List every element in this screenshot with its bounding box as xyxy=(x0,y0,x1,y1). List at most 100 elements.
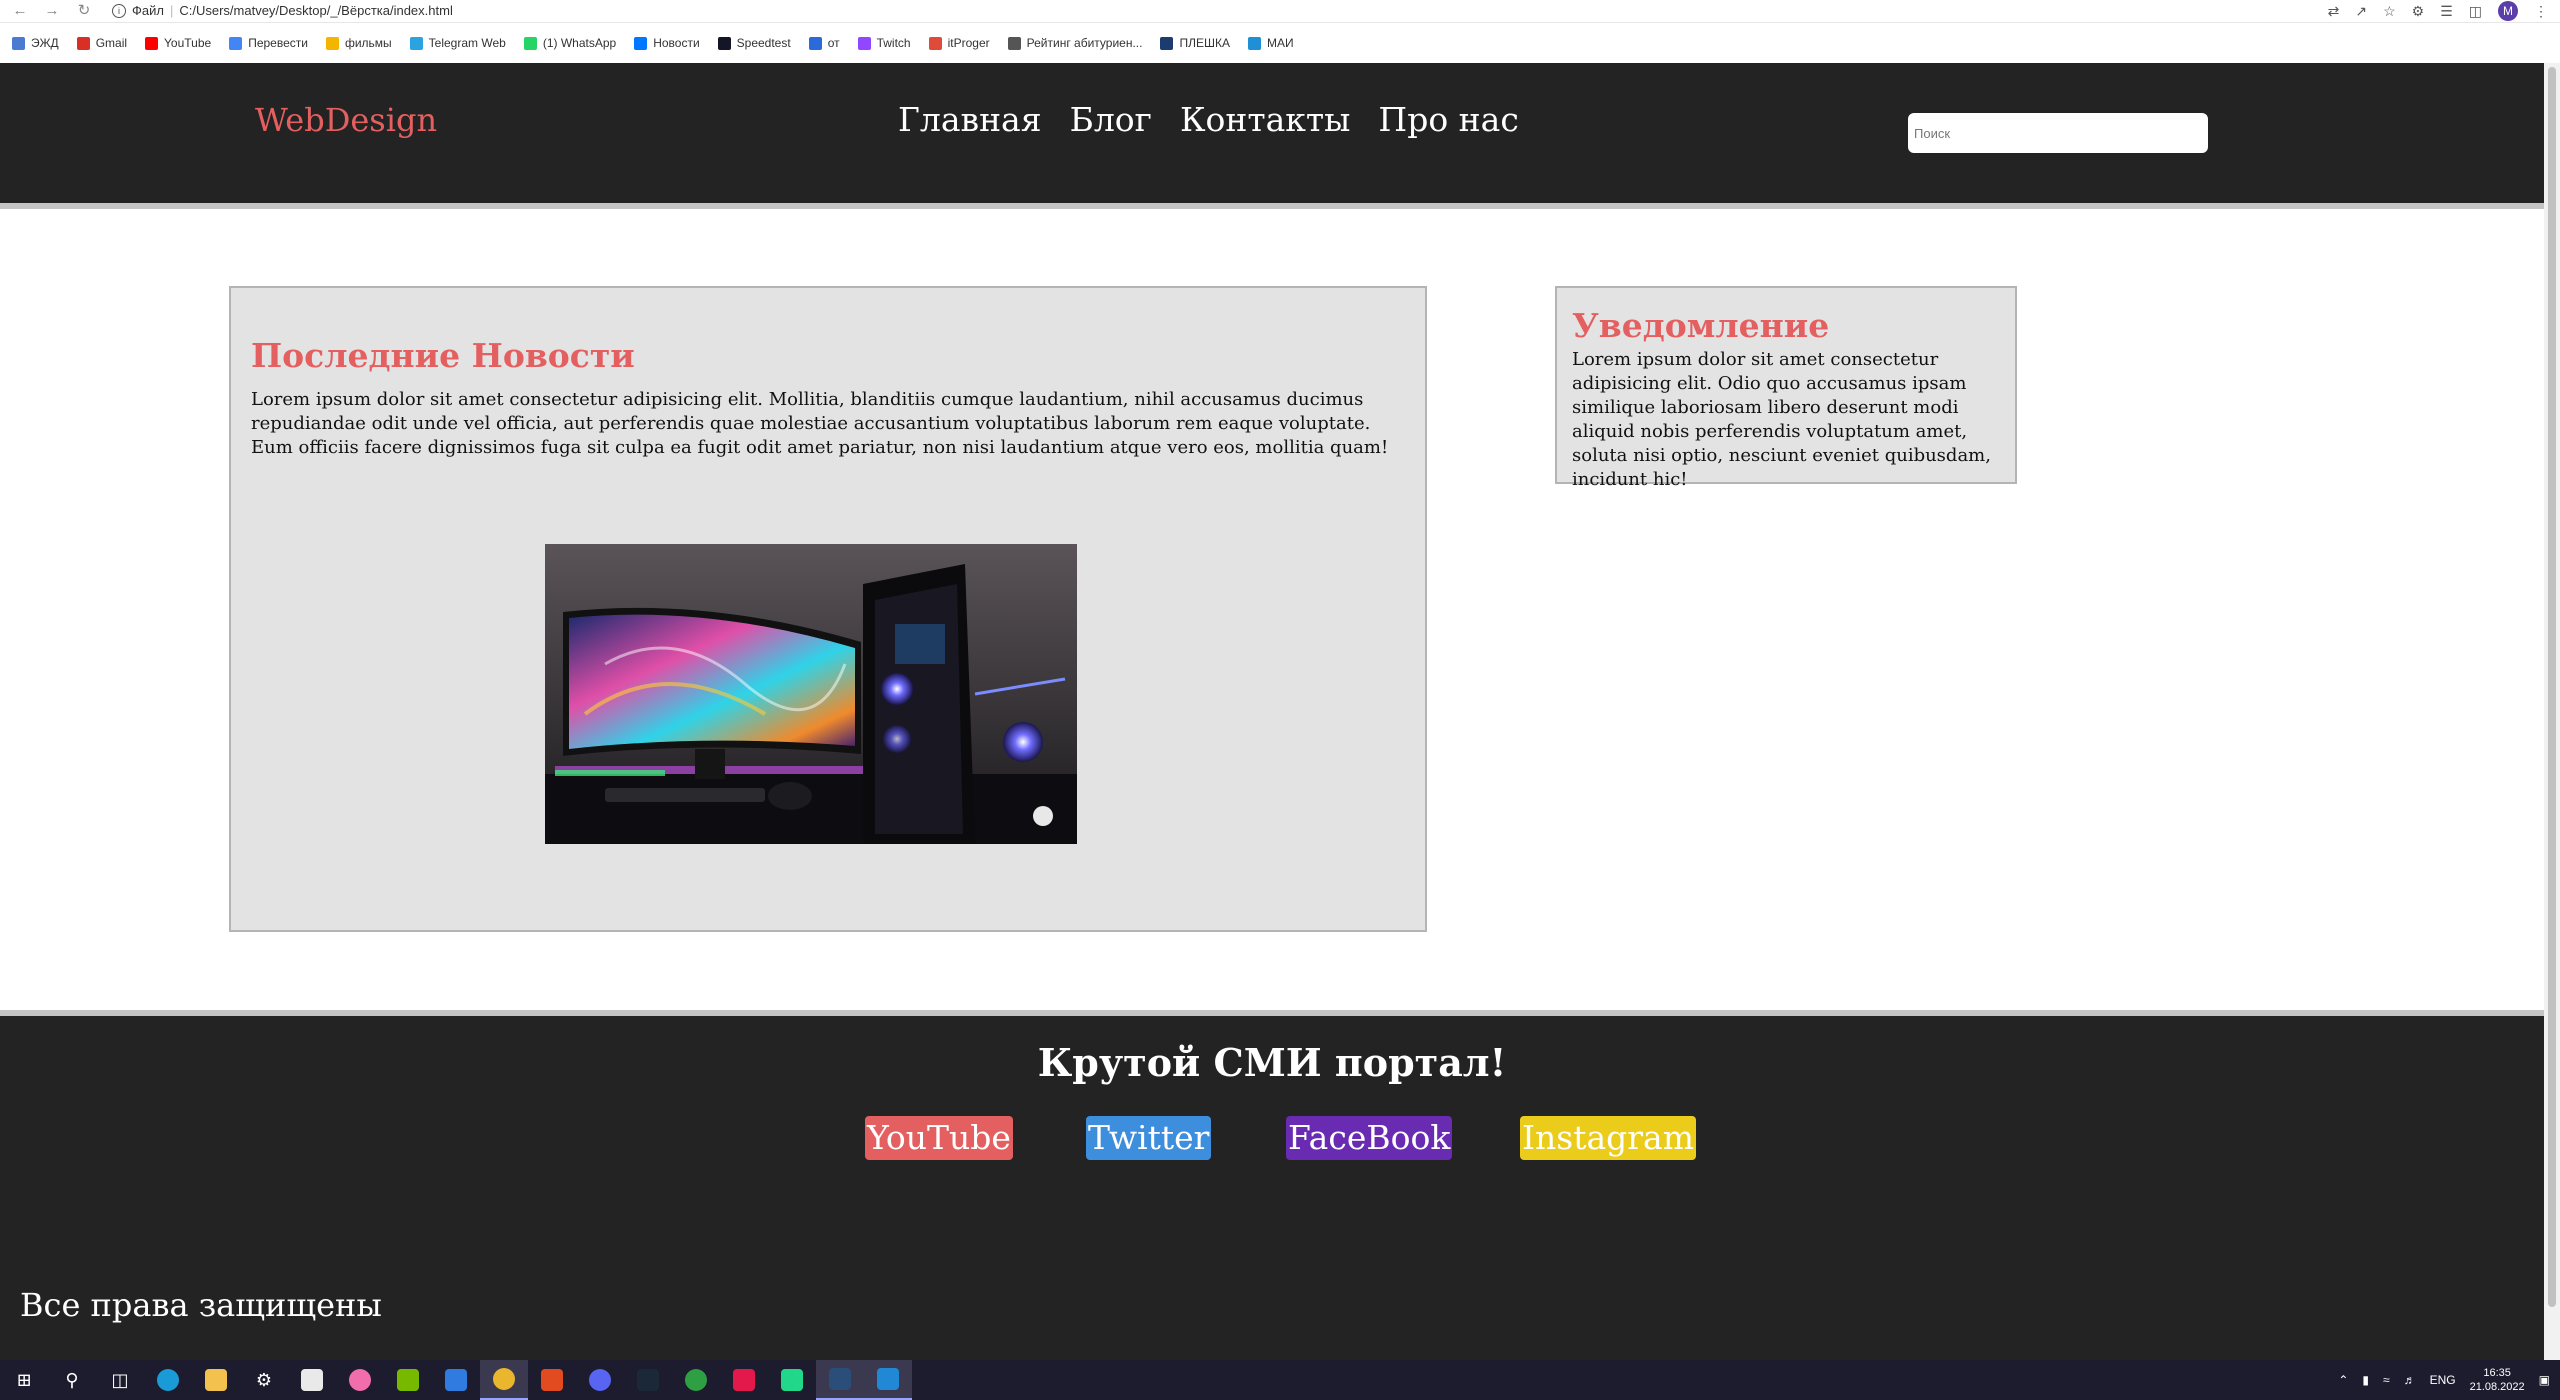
pycharm-icon[interactable] xyxy=(768,1360,816,1400)
bookmark-item[interactable]: itProger xyxy=(928,36,990,50)
chevron-up-icon[interactable]: ⌃ xyxy=(2338,1373,2348,1387)
translate-icon[interactable]: ⇄ xyxy=(2328,3,2340,20)
facebook-link[interactable]: FaceBook xyxy=(1286,1116,1453,1160)
bookmark-favicon-icon xyxy=(325,36,339,50)
settings-icon[interactable]: ⚙ xyxy=(240,1360,288,1400)
mail-icon[interactable] xyxy=(432,1360,480,1400)
bookmark-star-icon[interactable]: ☆ xyxy=(2383,3,2396,20)
nav-item-home[interactable]: Главная xyxy=(898,100,1042,139)
news-text: Lorem ipsum dolor sit amet consectetur a… xyxy=(251,389,1389,458)
instagram-link[interactable]: Instagram xyxy=(1520,1116,1697,1160)
bookmark-item[interactable]: Gmail xyxy=(76,36,128,50)
start-icon[interactable]: ⊞ xyxy=(0,1360,48,1400)
bookmark-label: itProger xyxy=(947,36,990,50)
wifi-icon[interactable]: ≈ xyxy=(2383,1373,2390,1387)
steam-icon[interactable] xyxy=(624,1360,672,1400)
twitter-link[interactable]: Twitter xyxy=(1086,1116,1212,1160)
address-url[interactable]: C:/Users/matvey/Desktop/_/Вёрстка/index.… xyxy=(179,1,452,21)
bookmark-favicon-icon xyxy=(145,36,159,50)
browser-toolbar: ← → ↻ i Файл | C:/Users/matvey/Desktop/_… xyxy=(0,0,2560,23)
bookmark-item[interactable]: Twitch xyxy=(857,36,911,50)
bookmark-label: Новости xyxy=(653,36,700,50)
reading-list-icon[interactable]: ☰ xyxy=(2440,3,2453,20)
bookmarks-bar: ЭЖД Gmail YouTube Перевести фильмы Telegram W… xyxy=(0,23,2560,63)
xbox-icon[interactable] xyxy=(672,1360,720,1400)
edge-icon[interactable] xyxy=(144,1360,192,1400)
news-panel: Последние Новости Lorem ipsum dolor sit … xyxy=(229,286,1427,932)
gaming-pc-illustration xyxy=(545,544,1077,844)
bookmark-item[interactable]: Новости xyxy=(634,36,700,50)
profile-avatar[interactable]: M xyxy=(2498,1,2518,21)
steam-running-icon[interactable] xyxy=(816,1360,864,1400)
address-scheme-label: Файл xyxy=(132,3,164,18)
bookmark-item[interactable]: (1) WhatsApp xyxy=(523,36,616,50)
bookmark-item[interactable]: Telegram Web xyxy=(409,36,506,50)
language-indicator[interactable]: ENG xyxy=(2430,1373,2456,1387)
discord-icon[interactable] xyxy=(576,1360,624,1400)
forward-icon[interactable]: → xyxy=(42,1,62,21)
bookmark-label: МАИ xyxy=(1266,36,1294,50)
volume-icon[interactable]: ♬ xyxy=(2404,1373,2416,1387)
bookmark-label: Speedtest xyxy=(736,36,791,50)
bookmark-favicon-icon xyxy=(857,36,871,50)
nav-item-blog[interactable]: Блог xyxy=(1070,100,1152,139)
bookmark-item[interactable]: Перевести xyxy=(229,36,308,50)
nav-item-contacts[interactable]: Контакты xyxy=(1180,100,1350,139)
nav-item-about[interactable]: Про нас xyxy=(1378,100,1518,139)
bookmark-label: фильмы xyxy=(344,36,392,50)
bookmark-label: Gmail xyxy=(95,36,128,50)
youtube-link[interactable]: YouTube xyxy=(865,1116,1013,1160)
copyright-text: Все права защищены xyxy=(20,1286,382,1324)
bookmark-favicon-icon xyxy=(229,36,243,50)
clock-time: 16:35 xyxy=(2483,1367,2511,1379)
site-logo[interactable]: WebDesign xyxy=(255,101,437,139)
info-icon[interactable]: i xyxy=(112,4,126,18)
bookmark-label: YouTube xyxy=(164,36,212,50)
ivi-icon[interactable] xyxy=(720,1360,768,1400)
bookmark-item[interactable]: от xyxy=(808,36,840,50)
bookmark-item[interactable]: ПЛЕШКА xyxy=(1160,36,1230,50)
back-icon[interactable]: ← xyxy=(10,1,30,21)
bookmark-item[interactable]: Рейтинг абитуриен... xyxy=(1007,36,1142,50)
bookmark-favicon-icon xyxy=(928,36,942,50)
clock[interactable]: 16:35 21.08.2022 xyxy=(2470,1366,2525,1394)
battery-icon[interactable]: ▮ xyxy=(2362,1373,2369,1387)
vscode-icon[interactable] xyxy=(864,1360,912,1400)
gaming-pc-image xyxy=(545,544,1077,844)
site-header: WebDesign Главная Блог Контакты Про нас xyxy=(0,63,2544,209)
search-icon[interactable]: ⚲ xyxy=(48,1360,96,1400)
bookmark-item[interactable]: фильмы xyxy=(325,36,392,50)
footer-title: Крутой СМИ портал! xyxy=(1037,1040,1507,1085)
nvidia-icon[interactable] xyxy=(384,1360,432,1400)
notice-text: Lorem ipsum dolor sit amet consectetur a… xyxy=(1572,349,1991,490)
bookmark-item[interactable]: МАИ xyxy=(1247,36,1294,50)
search-input[interactable] xyxy=(1908,113,2208,153)
extensions-icon[interactable]: ⚙ xyxy=(2412,3,2425,20)
itunes-icon[interactable] xyxy=(336,1360,384,1400)
scrollbar-thumb[interactable] xyxy=(2548,67,2556,1307)
side-panel-icon[interactable]: ◫ xyxy=(2469,3,2482,20)
chrome-icon[interactable] xyxy=(480,1360,528,1400)
bookmark-item[interactable]: Speedtest xyxy=(717,36,791,50)
bookmark-favicon-icon xyxy=(634,36,648,50)
bookmark-item[interactable]: ЭЖД xyxy=(12,36,59,50)
menu-icon[interactable]: ⋮ xyxy=(2534,3,2548,20)
office-icon[interactable] xyxy=(528,1360,576,1400)
bookmark-favicon-icon xyxy=(717,36,731,50)
bookmark-favicon-icon xyxy=(1007,36,1021,50)
address-separator: | xyxy=(169,3,174,18)
task-view-icon[interactable]: ◫ xyxy=(96,1360,144,1400)
system-tray: ⌃ ▮ ≈ ♬ ENG 16:35 21.08.2022 ▣ xyxy=(2338,1360,2560,1400)
reload-icon[interactable]: ↻ xyxy=(74,1,94,21)
bookmark-favicon-icon xyxy=(808,36,822,50)
bookmark-item[interactable]: YouTube xyxy=(145,36,211,50)
notice-title: Уведомление xyxy=(1572,306,1830,345)
address-bar[interactable]: i Файл | C:/Users/matvey/Desktop/_/Вёрст… xyxy=(112,1,453,21)
file-explorer-icon[interactable] xyxy=(192,1360,240,1400)
notifications-icon[interactable]: ▣ xyxy=(2539,1373,2550,1387)
page-scrollbar[interactable] xyxy=(2544,63,2560,1360)
share-icon[interactable]: ↗ xyxy=(2355,3,2367,20)
store-icon[interactable] xyxy=(288,1360,336,1400)
bookmark-favicon-icon xyxy=(409,36,423,50)
bookmark-favicon-icon xyxy=(1160,36,1174,50)
